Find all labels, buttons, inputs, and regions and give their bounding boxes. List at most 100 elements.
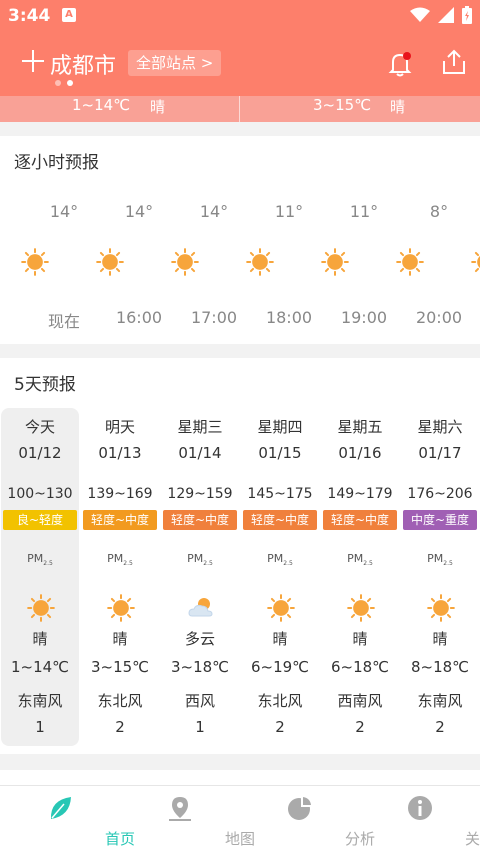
day-weather: 晴 <box>272 630 288 648</box>
day-name: 星期四 <box>257 418 303 436</box>
daily-forecast-card[interactable]: 5天预报 今天 01/12 100~130 良~轻度 PM2.5 晴 1~14℃… <box>0 358 480 754</box>
sun-icon <box>471 251 480 273</box>
day-date: 01/14 <box>178 444 222 462</box>
tab-map[interactable]: 地图 <box>120 786 255 853</box>
hourly-title: 逐小时预报 <box>14 153 99 173</box>
city-name: 成都市 <box>50 54 117 79</box>
hourly-temp: 14° <box>124 202 154 221</box>
sun-icon <box>427 594 455 622</box>
sun-icon <box>246 248 274 276</box>
battery-icon <box>462 6 472 24</box>
page-dot-active <box>67 80 73 86</box>
hourly-time: 17:00 <box>190 308 238 327</box>
page-dot <box>55 80 61 86</box>
add-city-icon[interactable] <box>22 50 44 72</box>
day-wind-direction: 东北风 <box>257 692 303 710</box>
tab-analysis[interactable]: 分析 <box>240 786 375 853</box>
info-icon <box>408 796 432 820</box>
day-wind-direction: 西南风 <box>337 692 383 710</box>
tab-about[interactable]: 关于 <box>360 786 480 853</box>
day-name: 星期六 <box>417 418 463 436</box>
day-temp-range: 6~19℃ <box>250 658 310 676</box>
tomorrow-temp-range: 3~15℃ <box>313 96 372 114</box>
day-temp-range: 8~18℃ <box>410 658 470 676</box>
wifi-icon <box>410 7 430 22</box>
hourly-time: 20:00 <box>415 308 463 327</box>
day-date: 01/15 <box>258 444 302 462</box>
tab-home[interactable]: 首页 <box>0 786 135 853</box>
hourly-temp: 11° <box>274 202 304 221</box>
day-wind-direction: 西风 <box>184 692 215 710</box>
aqi-level-badge: 轻度~中度 <box>243 510 317 530</box>
today-temp-range: 1~14℃ <box>72 96 131 114</box>
day-name: 星期五 <box>337 418 383 436</box>
day-wind-level: 2 <box>355 718 365 736</box>
tab-about-label: 关于 <box>464 830 480 848</box>
daily-item[interactable]: 星期六 01/17 176~206 中度~重度 PM2.5 晴 8~18℃ 东南… <box>401 408 479 746</box>
status-bar: 3:44 A <box>0 0 480 32</box>
daily-item[interactable]: 星期三 01/14 129~159 轻度~中度 PM2.5 多云 3~18℃ 西… <box>161 408 239 746</box>
bottom-tab-bar: 首页 地图 分析 关于 <box>0 785 480 853</box>
hourly-temp: 14° <box>49 202 79 221</box>
pm25-label: PM2.5 <box>27 552 53 568</box>
page-indicator <box>55 80 73 86</box>
strip-divider <box>239 96 240 122</box>
today-weather: 晴 <box>150 98 166 116</box>
sun-icon <box>171 248 199 276</box>
daily-item[interactable]: 星期五 01/16 149~179 轻度~中度 PM2.5 晴 6~18℃ 西南… <box>321 408 399 746</box>
day-wind-direction: 东南风 <box>417 692 463 710</box>
hourly-time: 18:00 <box>265 308 313 327</box>
day-date: 01/13 <box>98 444 142 462</box>
all-stations-button[interactable]: 全部站点 > <box>128 50 222 76</box>
sun-icon <box>27 594 55 622</box>
aqi-level-badge: 轻度~中度 <box>323 510 397 530</box>
daily-item[interactable]: 今天 01/12 100~130 良~轻度 PM2.5 晴 1~14℃ 东南风 … <box>1 408 79 746</box>
hourly-time: 19:00 <box>340 308 388 327</box>
pm25-label: PM2.5 <box>187 552 213 568</box>
aqi-level-badge: 中度~重度 <box>403 510 477 530</box>
hourly-time: 现在 <box>47 312 80 331</box>
tomorrow-weather: 晴 <box>390 98 406 116</box>
header-background: 3:44 A 成都市 全部站点 > <box>0 0 480 96</box>
sun-icon <box>396 248 424 276</box>
pm25-label: PM2.5 <box>427 552 453 568</box>
day-date: 01/16 <box>338 444 382 462</box>
aqi-range: 145~175 <box>247 486 313 502</box>
hourly-temp: 8° <box>429 202 449 221</box>
hourly-temp: 11° <box>349 202 379 221</box>
day-weather: 晴 <box>352 630 368 648</box>
day-temp-range: 6~18℃ <box>330 658 390 676</box>
hourly-temp: 14° <box>199 202 229 221</box>
sun-icon <box>267 594 295 622</box>
system-icons <box>410 6 472 24</box>
sun-icon <box>21 248 49 276</box>
aqi-level-badge: 轻度~中度 <box>163 510 237 530</box>
pm25-label: PM2.5 <box>267 552 293 568</box>
map-pin-icon <box>169 797 191 821</box>
app-header: 成都市 全部站点 > <box>0 32 480 96</box>
pie-chart-icon <box>288 796 312 820</box>
sun-icon <box>96 248 124 276</box>
day-name: 星期三 <box>177 418 223 436</box>
cloud-sun-icon <box>188 598 213 617</box>
daily-item[interactable]: 星期四 01/15 145~175 轻度~中度 PM2.5 晴 6~19℃ 东北… <box>241 408 319 746</box>
aqi-level-badge: 良~轻度 <box>3 510 77 530</box>
day-wind-level: 1 <box>195 718 205 736</box>
hourly-forecast-card[interactable]: 逐小时预报 14° 现在 14° 16:00 14° 17:00 11° 18:… <box>0 136 480 344</box>
sun-icon <box>347 594 375 622</box>
aqi-level-badge: 轻度~中度 <box>83 510 157 530</box>
day-weather: 晴 <box>32 630 48 648</box>
aqi-range: 129~159 <box>167 486 233 502</box>
daily-summary-strip: 1~14℃ 晴 3~15℃ 晴 <box>0 96 480 122</box>
day-wind-level: 1 <box>35 718 45 736</box>
daily-item[interactable]: 明天 01/13 139~169 轻度~中度 PM2.5 晴 3~15℃ 东北风… <box>81 408 159 746</box>
day-weather: 多云 <box>184 630 215 648</box>
day-wind-direction: 东北风 <box>97 692 143 710</box>
day-wind-level: 2 <box>275 718 285 736</box>
bell-icon[interactable] <box>386 50 414 78</box>
share-icon[interactable] <box>440 48 468 76</box>
aqi-range: 100~130 <box>7 486 73 502</box>
day-date: 01/17 <box>418 444 462 462</box>
day-date: 01/12 <box>18 444 62 462</box>
day-wind-level: 2 <box>115 718 125 736</box>
